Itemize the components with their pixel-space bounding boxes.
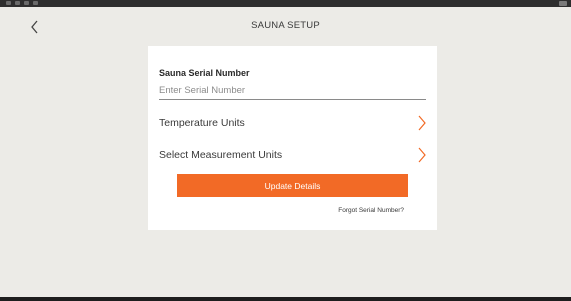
status-icons <box>6 1 38 5</box>
bottom-bar <box>0 297 571 301</box>
chevron-right-icon <box>417 145 427 165</box>
measurement-units-label: Select Measurement Units <box>159 149 283 161</box>
status-icon <box>6 1 11 5</box>
measurement-units-row[interactable]: Select Measurement Units <box>159 145 427 165</box>
battery-icon <box>559 1 567 6</box>
status-bar <box>0 0 571 7</box>
status-icon <box>24 1 29 5</box>
status-icon <box>33 1 38 5</box>
serial-number-label: Sauna Serial Number <box>159 68 250 78</box>
temperature-units-row[interactable]: Temperature Units <box>159 113 427 133</box>
update-details-button[interactable]: Update Details <box>177 174 408 197</box>
page-title: SAUNA SETUP <box>251 20 320 31</box>
status-icon <box>15 1 20 5</box>
chevron-right-icon <box>417 113 427 133</box>
serial-number-input[interactable] <box>159 81 426 100</box>
setup-card: Sauna Serial Number Temperature Units Se… <box>148 46 437 230</box>
forgot-serial-link[interactable]: Forgot Serial Number? <box>338 207 404 214</box>
temperature-units-label: Temperature Units <box>159 117 245 129</box>
